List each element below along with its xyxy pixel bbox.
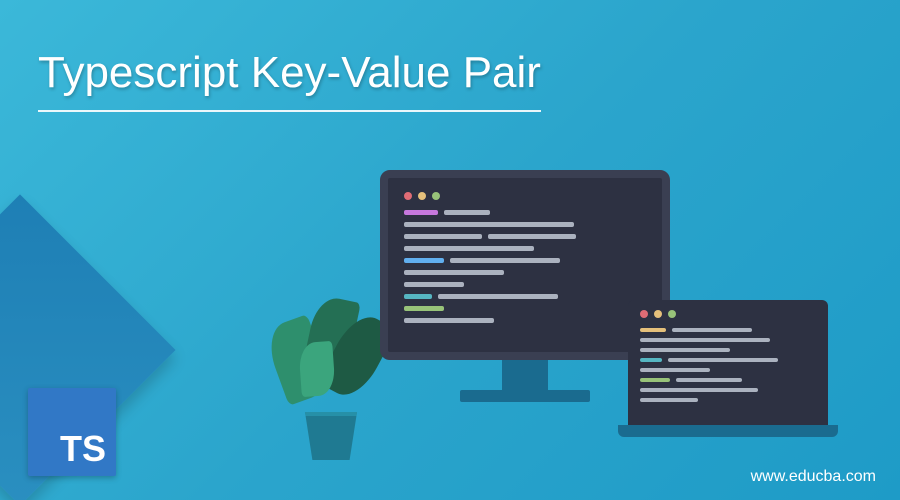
ts-badge-label: TS xyxy=(60,428,106,470)
code-line xyxy=(404,222,574,227)
monitor-stand xyxy=(502,360,548,390)
window-controls-icon xyxy=(640,310,816,318)
dot-red-icon xyxy=(640,310,648,318)
code-line xyxy=(640,348,730,352)
window-controls-icon xyxy=(404,192,646,200)
code-line xyxy=(640,358,816,368)
banner-container: Typescript Key-Value Pair xyxy=(0,0,900,500)
code-line xyxy=(404,210,646,222)
dot-green-icon xyxy=(432,192,440,200)
code-line xyxy=(640,338,770,342)
code-line xyxy=(640,378,816,388)
code-line xyxy=(404,294,646,306)
code-line xyxy=(640,368,710,372)
code-line xyxy=(404,246,534,251)
website-url: www.educba.com xyxy=(751,468,876,486)
code-line xyxy=(404,282,464,287)
code-line xyxy=(640,388,758,392)
code-line xyxy=(404,306,444,311)
dot-red-icon xyxy=(404,192,412,200)
plant-illustration xyxy=(270,280,390,460)
page-title: Typescript Key-Value Pair xyxy=(38,48,541,112)
laptop-base xyxy=(618,425,838,437)
code-line xyxy=(404,234,646,246)
code-line xyxy=(404,270,504,275)
monitor-base xyxy=(460,390,590,402)
dot-green-icon xyxy=(668,310,676,318)
code-line xyxy=(640,398,698,402)
code-line xyxy=(640,328,816,338)
pot-icon xyxy=(300,412,362,460)
code-line xyxy=(404,318,494,323)
dot-yellow-icon xyxy=(418,192,426,200)
laptop-screen xyxy=(628,300,828,425)
dot-yellow-icon xyxy=(654,310,662,318)
typescript-logo-icon: TS xyxy=(28,388,116,476)
laptop-illustration xyxy=(618,300,838,437)
code-line xyxy=(404,258,646,270)
